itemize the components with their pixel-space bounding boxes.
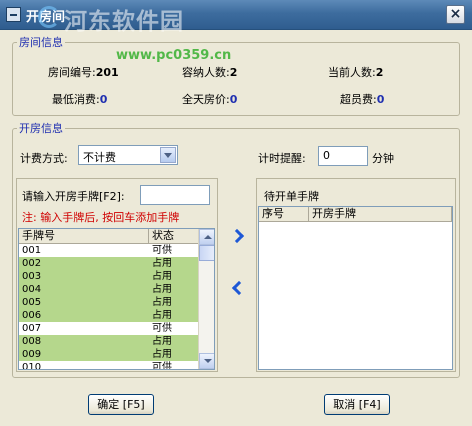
min-spend-value: 0: [99, 93, 108, 106]
watermark-logo-icon: [38, 6, 60, 28]
table-row[interactable]: 004 占用: [19, 283, 214, 296]
status-cell: 占用: [152, 271, 172, 282]
timer-label: 计时提醒:: [258, 152, 306, 165]
current-people-value: 2: [375, 66, 384, 79]
current-people-label: 当前人数:: [328, 66, 376, 79]
col-card-number[interactable]: 手牌号: [19, 229, 149, 243]
status-cell: 占用: [152, 297, 172, 308]
card-input-label: 请输入开房手牌[F2]:: [22, 190, 125, 203]
title-bar[interactable]: 开房间 河东软件园 ×: [0, 0, 472, 35]
table-row[interactable]: 009 占用: [19, 348, 214, 361]
overtime-fee-label: 超员费:: [340, 93, 377, 106]
card-number-cell: 004: [22, 284, 42, 295]
scroll-down-icon[interactable]: [199, 353, 214, 369]
overtime-fee-value: 0: [376, 93, 385, 106]
card-table-body: 001 可供 002 占用 003 占用 004 占用 005 占用 006 占用 007 可供 008 占用…: [19, 244, 214, 370]
capacity: 容纳人数:2: [182, 64, 237, 80]
room-info-legend: 房间信息: [19, 36, 63, 49]
room-number: 房间编号:201: [48, 64, 119, 80]
card-input-hint: 注: 输入手牌后, 按回车添加手牌: [22, 211, 180, 224]
window-icon: [6, 7, 21, 22]
status-cell: 占用: [152, 310, 172, 321]
confirm-button[interactable]: 确定 [F5]: [88, 394, 154, 415]
card-input[interactable]: [140, 185, 210, 205]
capacity-value: 2: [229, 66, 238, 79]
add-card-arrow-icon[interactable]: [229, 230, 243, 244]
min-spend: 最低消费:0: [52, 91, 107, 107]
billing-select-value: 不计费: [83, 151, 116, 164]
room-number-value: 201: [95, 66, 119, 79]
table-row[interactable]: 005 占用: [19, 296, 214, 309]
table-row[interactable]: 006 占用: [19, 309, 214, 322]
status-cell: 可供: [152, 245, 172, 256]
billing-label: 计费方式:: [20, 152, 68, 165]
col-open-card[interactable]: 开房手牌: [309, 207, 452, 221]
capacity-label: 容纳人数:: [182, 66, 230, 79]
status-cell: 占用: [152, 258, 172, 269]
card-number-cell: 005: [22, 297, 42, 308]
overtime-fee: 超员费:0: [340, 91, 384, 107]
pending-cards-table[interactable]: 序号 开房手牌: [258, 206, 453, 370]
status-cell: 可供: [152, 362, 172, 370]
current-people: 当前人数:2: [328, 64, 383, 80]
card-number-cell: 006: [22, 310, 42, 321]
status-cell: 占用: [152, 349, 172, 360]
table-row[interactable]: 002 占用: [19, 257, 214, 270]
open-info-legend: 开房信息: [19, 122, 63, 135]
status-cell: 占用: [152, 284, 172, 295]
table-row[interactable]: 003 占用: [19, 270, 214, 283]
pending-cards-header: 序号 开房手牌: [259, 207, 452, 222]
card-number-cell: 003: [22, 271, 42, 282]
table-row[interactable]: 008 占用: [19, 335, 214, 348]
day-price-label: 全天房价:: [182, 93, 230, 106]
card-number-cell: 007: [22, 323, 42, 334]
card-number-cell: 008: [22, 336, 42, 347]
card-table[interactable]: 手牌号 状态 001 可供 002 占用 003 占用 004 占用 005 占用 006 占用 007…: [18, 228, 215, 370]
chevron-down-icon[interactable]: [160, 147, 176, 163]
table-row[interactable]: 001 可供: [19, 244, 214, 257]
scroll-up-icon[interactable]: [199, 229, 214, 245]
room-number-label: 房间编号:: [48, 66, 96, 79]
card-table-scrollbar[interactable]: [198, 229, 214, 369]
col-index[interactable]: 序号: [259, 207, 309, 221]
cancel-button[interactable]: 取消 [F4]: [324, 394, 390, 415]
billing-select[interactable]: 不计费: [78, 145, 178, 165]
remove-card-arrow-icon[interactable]: [229, 282, 243, 296]
timer-input[interactable]: 0: [318, 146, 368, 166]
watermark-text: 河东软件园: [64, 8, 184, 35]
close-button[interactable]: ×: [446, 5, 465, 24]
pending-cards-title: 待开单手牌: [264, 190, 319, 203]
card-number-cell: 001: [22, 245, 42, 256]
table-row[interactable]: 007 可供: [19, 322, 214, 335]
day-price: 全天房价:0: [182, 91, 237, 107]
col-status[interactable]: 状态: [149, 229, 199, 243]
day-price-value: 0: [229, 93, 238, 106]
card-number-cell: 009: [22, 349, 42, 360]
card-number-cell: 010: [22, 362, 42, 370]
status-cell: 可供: [152, 323, 172, 334]
timer-unit: 分钟: [372, 152, 394, 165]
scroll-thumb[interactable]: [199, 245, 214, 261]
status-cell: 占用: [152, 336, 172, 347]
min-spend-label: 最低消费:: [52, 93, 100, 106]
table-row[interactable]: 010 可供: [19, 361, 214, 370]
card-number-cell: 002: [22, 258, 42, 269]
card-table-header: 手牌号 状态: [19, 229, 214, 244]
